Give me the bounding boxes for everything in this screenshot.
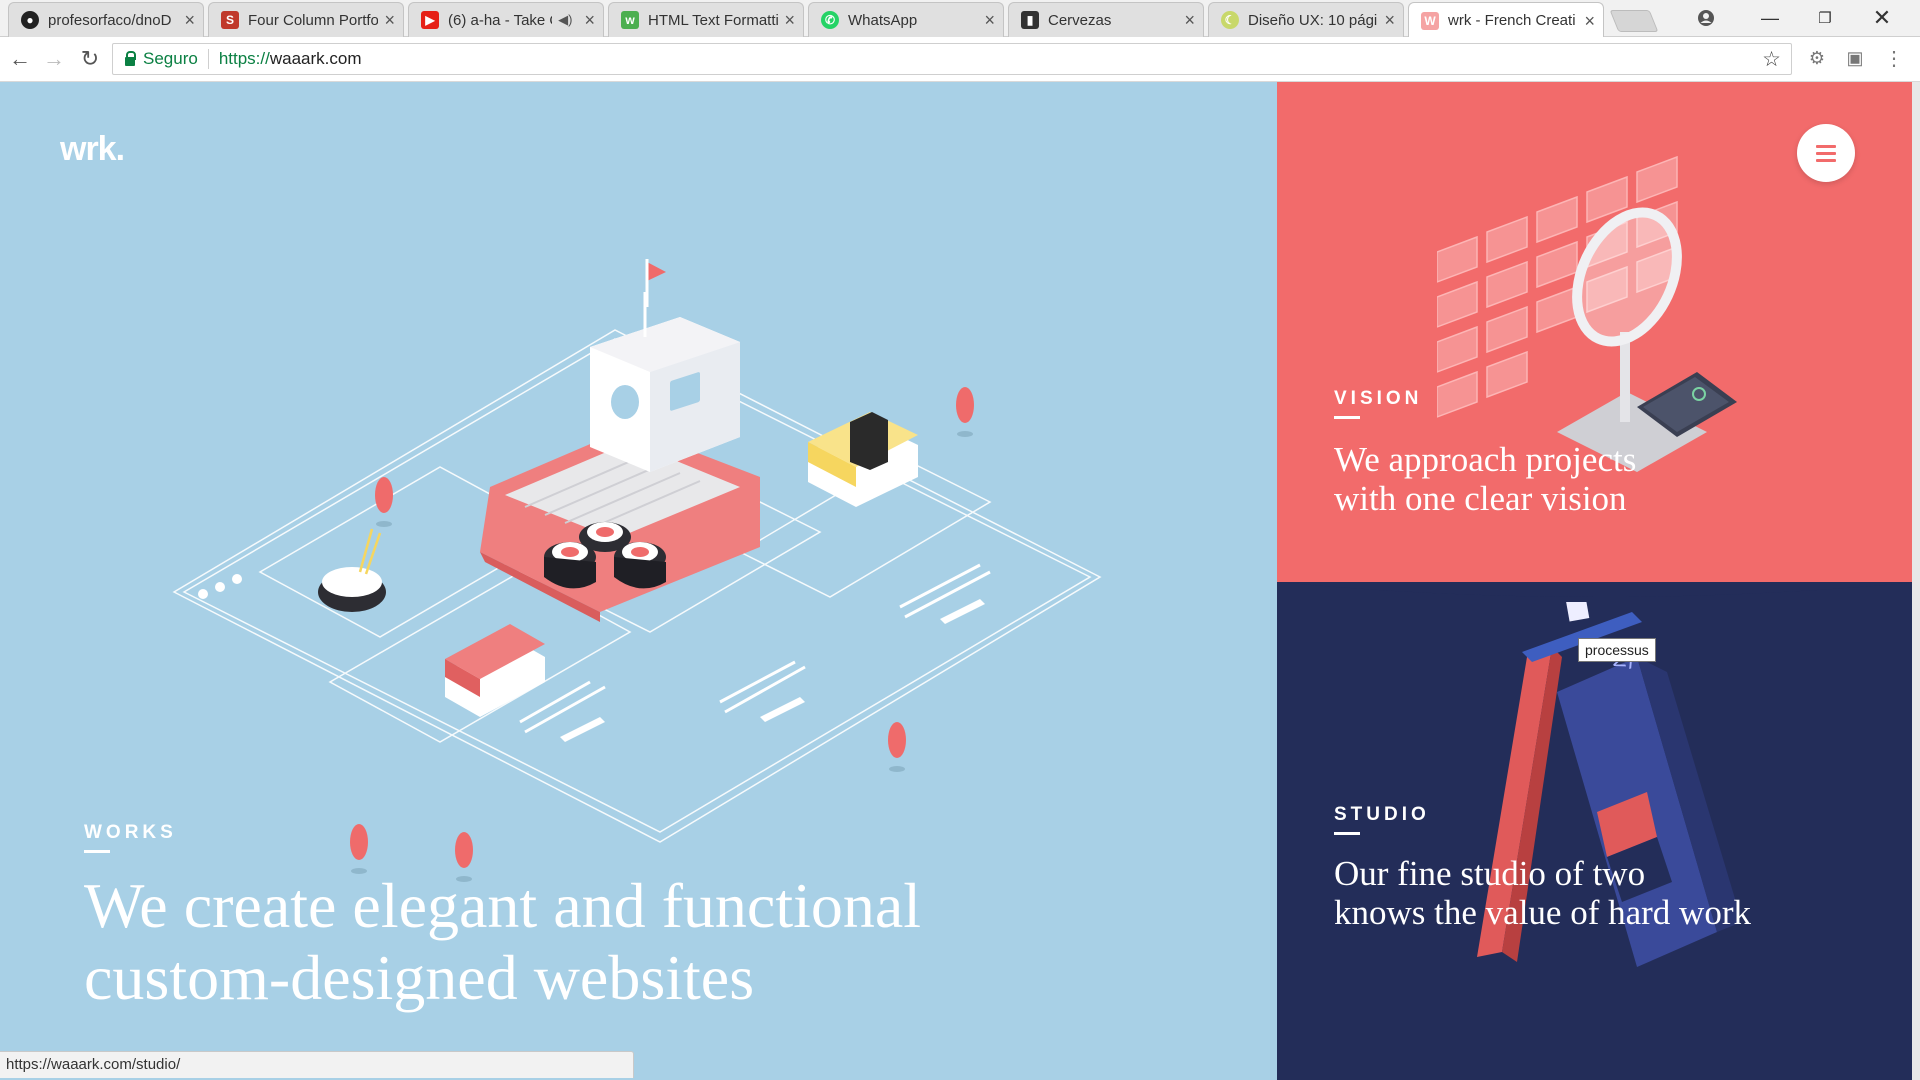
- studio-label[interactable]: STUDIO: [1334, 804, 1430, 826]
- vision-headline[interactable]: We approach projects with one clear visi…: [1334, 440, 1636, 518]
- speaker-icon[interactable]: ◀): [558, 12, 572, 28]
- studio-headline[interactable]: Our fine studio of two knows the value o…: [1334, 854, 1751, 932]
- s-icon: S: [221, 11, 239, 29]
- crescent-icon: ☾: [1221, 11, 1239, 29]
- new-tab-button[interactable]: [1609, 10, 1659, 32]
- bookmark-star-icon[interactable]: ☆: [1762, 47, 1781, 72]
- works-headline-line-2: custom-designed websites: [84, 942, 755, 1013]
- minimize-icon[interactable]: —: [1750, 4, 1790, 32]
- tab-diseno-ux[interactable]: ☾ Diseño UX: 10 pági ×: [1208, 2, 1404, 37]
- works-panel[interactable]: wrk. WORKS We create elegant and functio…: [0, 82, 1277, 1080]
- studio-headline-line-2: knows the value of hard work: [1334, 893, 1751, 932]
- hamburger-bar: [1816, 144, 1836, 148]
- works-illustration: [172, 259, 1102, 882]
- divider: [207, 49, 209, 69]
- tab-title: Diseño UX: 10 pági: [1248, 11, 1378, 29]
- wrk-icon: W: [1421, 11, 1439, 30]
- url-host: waaark.com: [269, 49, 362, 68]
- tab-cervezas[interactable]: ▮ Cervezas ×: [1008, 2, 1204, 37]
- tab-wrk[interactable]: W wrk - French Creati ×: [1408, 2, 1604, 38]
- vision-panel[interactable]: VISION We approach projects with one cle…: [1277, 82, 1920, 582]
- beer-icon: ▮: [1021, 11, 1039, 29]
- extension-lock-icon[interactable]: ▣: [1843, 46, 1867, 70]
- whatsapp-icon: ✆: [821, 11, 839, 29]
- reload-icon[interactable]: ↻: [76, 45, 104, 73]
- tab-html-formatting[interactable]: w HTML Text Formatti ×: [608, 2, 804, 37]
- works-rule: [84, 850, 110, 853]
- back-icon[interactable]: ←: [6, 45, 34, 73]
- hamburger-bar: [1816, 158, 1836, 162]
- tab-title: Cervezas: [1048, 11, 1112, 29]
- status-url-preview: https://waaark.com/studio/: [0, 1051, 634, 1078]
- youtube-icon: ▶: [421, 11, 439, 29]
- studio-rule: [1334, 832, 1360, 835]
- close-tab-icon[interactable]: ×: [1384, 11, 1395, 29]
- vision-rule: [1334, 416, 1360, 419]
- hamburger-bar: [1816, 151, 1836, 155]
- more-menu-icon[interactable]: ⋮: [1882, 46, 1906, 70]
- w3-icon: w: [621, 11, 639, 29]
- vision-label[interactable]: VISION: [1334, 388, 1422, 410]
- tab-title: (6) a-ha - Take On: [448, 11, 552, 29]
- studio-headline-line-1: Our fine studio of two: [1334, 854, 1646, 893]
- page-scrollbar[interactable]: [1912, 82, 1920, 1080]
- tab-github[interactable]: ● profesorfaco/dnoD ×: [8, 2, 204, 37]
- close-tab-icon[interactable]: ×: [184, 11, 195, 29]
- works-label[interactable]: WORKS: [84, 822, 177, 844]
- address-bar[interactable]: Seguro https:// waaark.com ☆: [112, 43, 1792, 75]
- vision-headline-line-2: with one clear vision: [1334, 479, 1627, 518]
- processus-tooltip: processus: [1578, 638, 1656, 662]
- tab-title: WhatsApp: [848, 11, 918, 29]
- tab-title: HTML Text Formatti: [648, 11, 779, 29]
- close-tab-icon[interactable]: ×: [584, 11, 595, 29]
- tab-whatsapp[interactable]: ✆ WhatsApp ×: [808, 2, 1004, 37]
- close-window-icon[interactable]: ✕: [1862, 4, 1902, 32]
- close-tab-icon[interactable]: ×: [1584, 12, 1595, 30]
- url-scheme: https://: [218, 49, 270, 68]
- github-icon: ●: [21, 11, 39, 29]
- tab-title: profesorfaco/dnoD: [48, 11, 172, 29]
- lock-icon: [125, 50, 136, 66]
- security-label[interactable]: Seguro: [143, 49, 198, 69]
- tab-title: wrk - French Creati: [1448, 12, 1576, 29]
- tab-youtube[interactable]: ▶ (6) a-ha - Take On ◀) ×: [408, 2, 604, 37]
- close-tab-icon[interactable]: ×: [384, 11, 395, 29]
- tab-title: Four Column Portfo: [248, 11, 379, 29]
- close-tab-icon[interactable]: ×: [784, 11, 795, 29]
- tab-strip: ● profesorfaco/dnoD × S Four Column Port…: [0, 0, 1920, 38]
- restore-icon[interactable]: ❐: [1805, 4, 1845, 32]
- works-headline-line-1: We create elegant and functional: [84, 870, 922, 941]
- browser-toolbar: ← → ↻ Seguro https:// waaark.com ☆ ⚙ ▣ ⋮: [0, 37, 1920, 82]
- forward-icon[interactable]: →: [40, 45, 68, 73]
- extension-icon[interactable]: ⚙: [1805, 46, 1829, 70]
- site-logo[interactable]: wrk.: [60, 130, 125, 169]
- works-headline[interactable]: We create elegant and functional custom-…: [84, 870, 921, 1014]
- profile-icon[interactable]: [1692, 4, 1720, 32]
- close-tab-icon[interactable]: ×: [984, 11, 995, 29]
- vision-headline-line-1: We approach projects: [1334, 440, 1637, 479]
- menu-button[interactable]: [1797, 124, 1855, 182]
- close-tab-icon[interactable]: ×: [1184, 11, 1195, 29]
- page-content: wrk. WORKS We create elegant and functio…: [0, 82, 1920, 1080]
- tab-four-column[interactable]: S Four Column Portfo ×: [208, 2, 404, 37]
